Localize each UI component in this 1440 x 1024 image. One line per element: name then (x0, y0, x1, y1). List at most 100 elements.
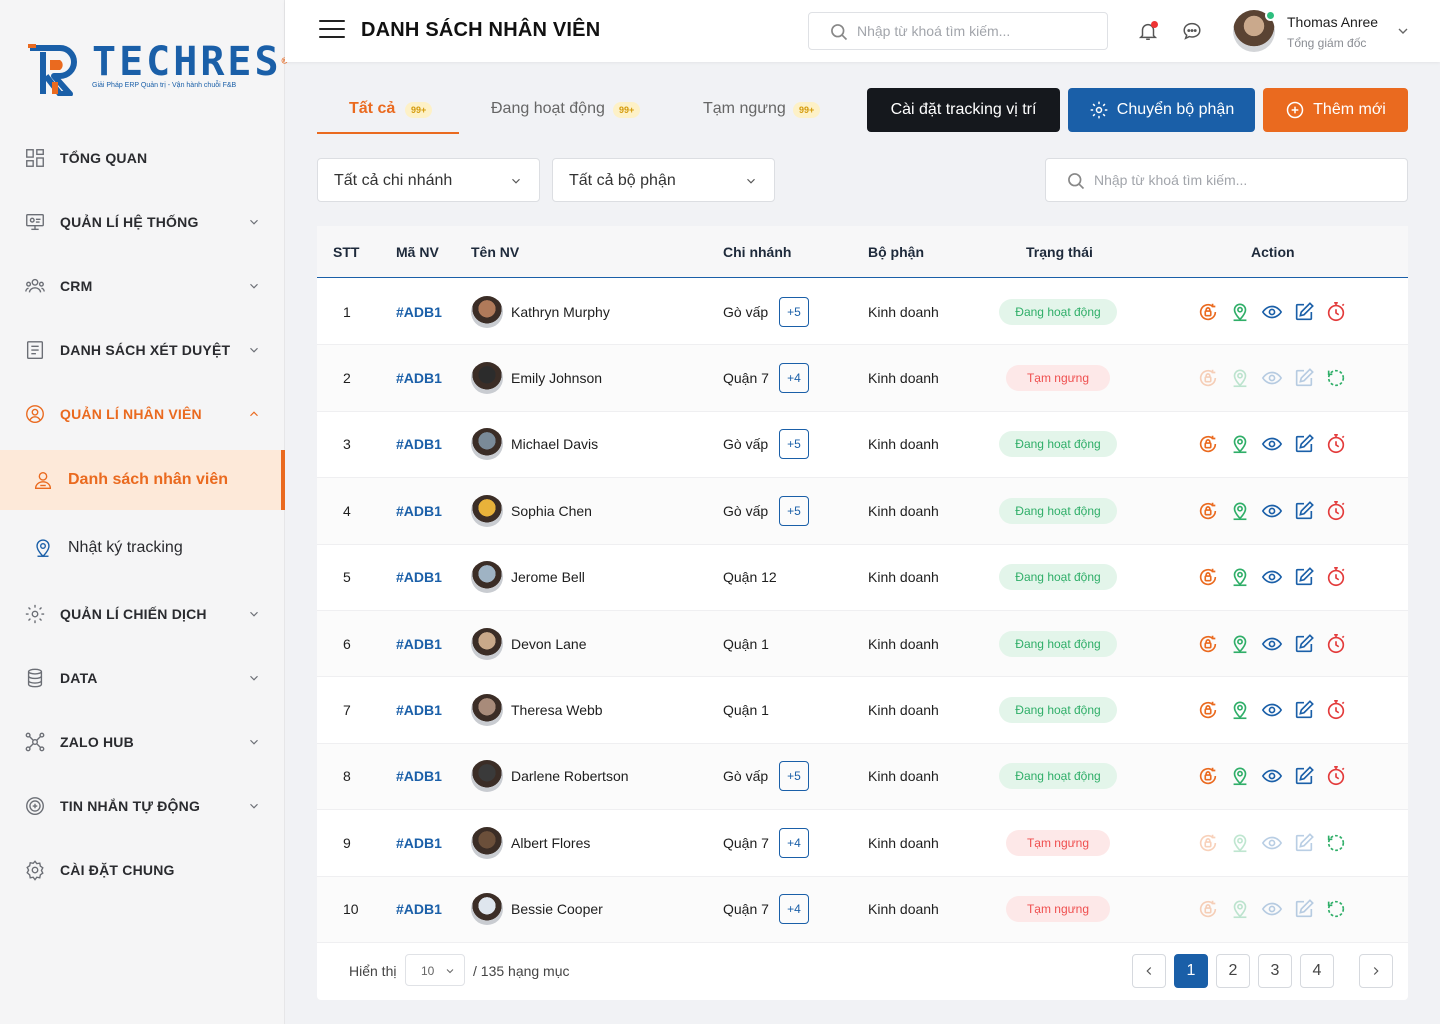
page-1-button[interactable]: 1 (1174, 954, 1208, 988)
employee-code[interactable]: #ADB1 (396, 901, 442, 917)
department-select[interactable]: Tất cả bộ phận (552, 158, 775, 202)
timer-off-icon[interactable] (1325, 433, 1347, 455)
sidebar-item-quan-li-he-thong[interactable]: QUẢN LÍ HỆ THỐNG (0, 192, 285, 252)
eye-icon[interactable] (1261, 433, 1283, 455)
next-page-button[interactable] (1359, 954, 1393, 988)
employee-code[interactable]: #ADB1 (396, 636, 442, 652)
map-pin-icon[interactable] (1229, 898, 1251, 920)
tracking-settings-button[interactable]: Cài đặt tracking vị trí (867, 88, 1060, 132)
tab-active[interactable]: Đang hoạt động 99+ (491, 88, 661, 134)
map-pin-icon[interactable] (1229, 566, 1251, 588)
map-pin-icon[interactable] (1229, 301, 1251, 323)
sidebar-subitem-tracking-log[interactable]: Nhật ký tracking (0, 518, 285, 578)
branch-select[interactable]: Tất cả chi nhánh (317, 158, 540, 202)
employee-code[interactable]: #ADB1 (396, 436, 442, 452)
sidebar-item-cai-dat-chung[interactable]: CÀI ĐẶT CHUNG (0, 840, 285, 900)
timer-off-icon[interactable] (1325, 699, 1347, 721)
lock-reset-icon[interactable] (1197, 832, 1219, 854)
employee-code[interactable]: #ADB1 (396, 503, 442, 519)
timer-off-icon[interactable] (1325, 765, 1347, 787)
edit-icon[interactable] (1293, 699, 1315, 721)
page-4-button[interactable]: 4 (1300, 954, 1334, 988)
restore-icon[interactable] (1325, 898, 1347, 920)
more-branches-button[interactable]: +5 (779, 761, 809, 792)
user-avatar[interactable] (1233, 10, 1276, 52)
eye-icon[interactable] (1261, 699, 1283, 721)
timer-off-icon[interactable] (1325, 301, 1347, 323)
lock-reset-icon[interactable] (1197, 765, 1219, 787)
employee-code[interactable]: #ADB1 (396, 304, 442, 320)
more-branches-button[interactable]: +5 (779, 495, 809, 526)
tab-all[interactable]: Tất cả 99+ (317, 88, 459, 134)
lock-reset-icon[interactable] (1197, 898, 1219, 920)
timer-off-icon[interactable] (1325, 500, 1347, 522)
sidebar-item-quan-li-nhan-vien[interactable]: QUẢN LÍ NHÂN VIÊN (0, 384, 285, 444)
sidebar-item-crm[interactable]: CRM (0, 256, 285, 316)
map-pin-icon[interactable] (1229, 367, 1251, 389)
transfer-department-button[interactable]: Chuyển bộ phận (1068, 88, 1255, 132)
add-new-button[interactable]: Thêm mới (1263, 88, 1408, 132)
map-pin-icon[interactable] (1229, 633, 1251, 655)
lock-reset-icon[interactable] (1197, 699, 1219, 721)
restore-icon[interactable] (1325, 367, 1347, 389)
menu-toggle-button[interactable] (319, 20, 345, 42)
map-pin-icon[interactable] (1229, 500, 1251, 522)
sidebar-item-data[interactable]: DATA (0, 648, 285, 708)
lock-reset-icon[interactable] (1197, 500, 1219, 522)
table-search-input[interactable] (1094, 159, 1394, 201)
lock-reset-icon[interactable] (1197, 566, 1219, 588)
eye-icon[interactable] (1261, 832, 1283, 854)
more-branches-button[interactable]: +4 (779, 827, 809, 858)
more-branches-button[interactable]: +4 (779, 894, 809, 925)
eye-icon[interactable] (1261, 898, 1283, 920)
sidebar-subitem-employee-list[interactable]: Danh sách nhân viên (0, 450, 285, 510)
eye-icon[interactable] (1261, 367, 1283, 389)
sidebar-item-quan-li-chien-dich[interactable]: QUẢN LÍ CHIẾN DỊCH (0, 584, 285, 644)
chat-icon[interactable] (1181, 20, 1203, 42)
employee-code[interactable]: #ADB1 (396, 835, 442, 851)
sidebar-item-zalo-hub[interactable]: ZALO HUB (0, 712, 285, 772)
eye-icon[interactable] (1261, 500, 1283, 522)
header-search-input[interactable] (857, 13, 1097, 49)
eye-icon[interactable] (1261, 566, 1283, 588)
employee-code[interactable]: #ADB1 (396, 702, 442, 718)
employee-code[interactable]: #ADB1 (396, 569, 442, 585)
restore-icon[interactable] (1325, 832, 1347, 854)
edit-icon[interactable] (1293, 898, 1315, 920)
lock-reset-icon[interactable] (1197, 433, 1219, 455)
more-branches-button[interactable]: +4 (779, 363, 809, 394)
sidebar-item-tong-quan[interactable]: TỔNG QUAN (0, 128, 285, 188)
sidebar-item-tin-nhan-tu-dong[interactable]: TIN NHẮN TỰ ĐỘNG (0, 776, 285, 836)
eye-icon[interactable] (1261, 765, 1283, 787)
map-pin-icon[interactable] (1229, 765, 1251, 787)
timer-off-icon[interactable] (1325, 633, 1347, 655)
page-size-select[interactable]: 10 (405, 954, 465, 986)
map-pin-icon[interactable] (1229, 699, 1251, 721)
more-branches-button[interactable]: +5 (779, 296, 809, 327)
chevron-down-icon[interactable] (1395, 23, 1411, 39)
employee-code[interactable]: #ADB1 (396, 768, 442, 784)
eye-icon[interactable] (1261, 301, 1283, 323)
timer-off-icon[interactable] (1325, 566, 1347, 588)
edit-icon[interactable] (1293, 301, 1315, 323)
edit-icon[interactable] (1293, 566, 1315, 588)
map-pin-icon[interactable] (1229, 433, 1251, 455)
edit-icon[interactable] (1293, 433, 1315, 455)
edit-icon[interactable] (1293, 633, 1315, 655)
edit-icon[interactable] (1293, 367, 1315, 389)
brand-logo[interactable]: TECHRES® Giải Pháp ERP Quản trị - Vận hà… (26, 40, 288, 100)
lock-reset-icon[interactable] (1197, 367, 1219, 389)
employee-code[interactable]: #ADB1 (396, 370, 442, 386)
page-2-button[interactable]: 2 (1216, 954, 1250, 988)
edit-icon[interactable] (1293, 500, 1315, 522)
lock-reset-icon[interactable] (1197, 633, 1219, 655)
edit-icon[interactable] (1293, 765, 1315, 787)
tab-suspended[interactable]: Tạm ngưng 99+ (703, 88, 843, 134)
more-branches-button[interactable]: +5 (779, 429, 809, 460)
eye-icon[interactable] (1261, 633, 1283, 655)
lock-reset-icon[interactable] (1197, 301, 1219, 323)
prev-page-button[interactable] (1132, 954, 1166, 988)
edit-icon[interactable] (1293, 832, 1315, 854)
map-pin-icon[interactable] (1229, 832, 1251, 854)
sidebar-item-danh-sach-xet-duyet[interactable]: DANH SÁCH XÉT DUYỆT (0, 320, 285, 380)
